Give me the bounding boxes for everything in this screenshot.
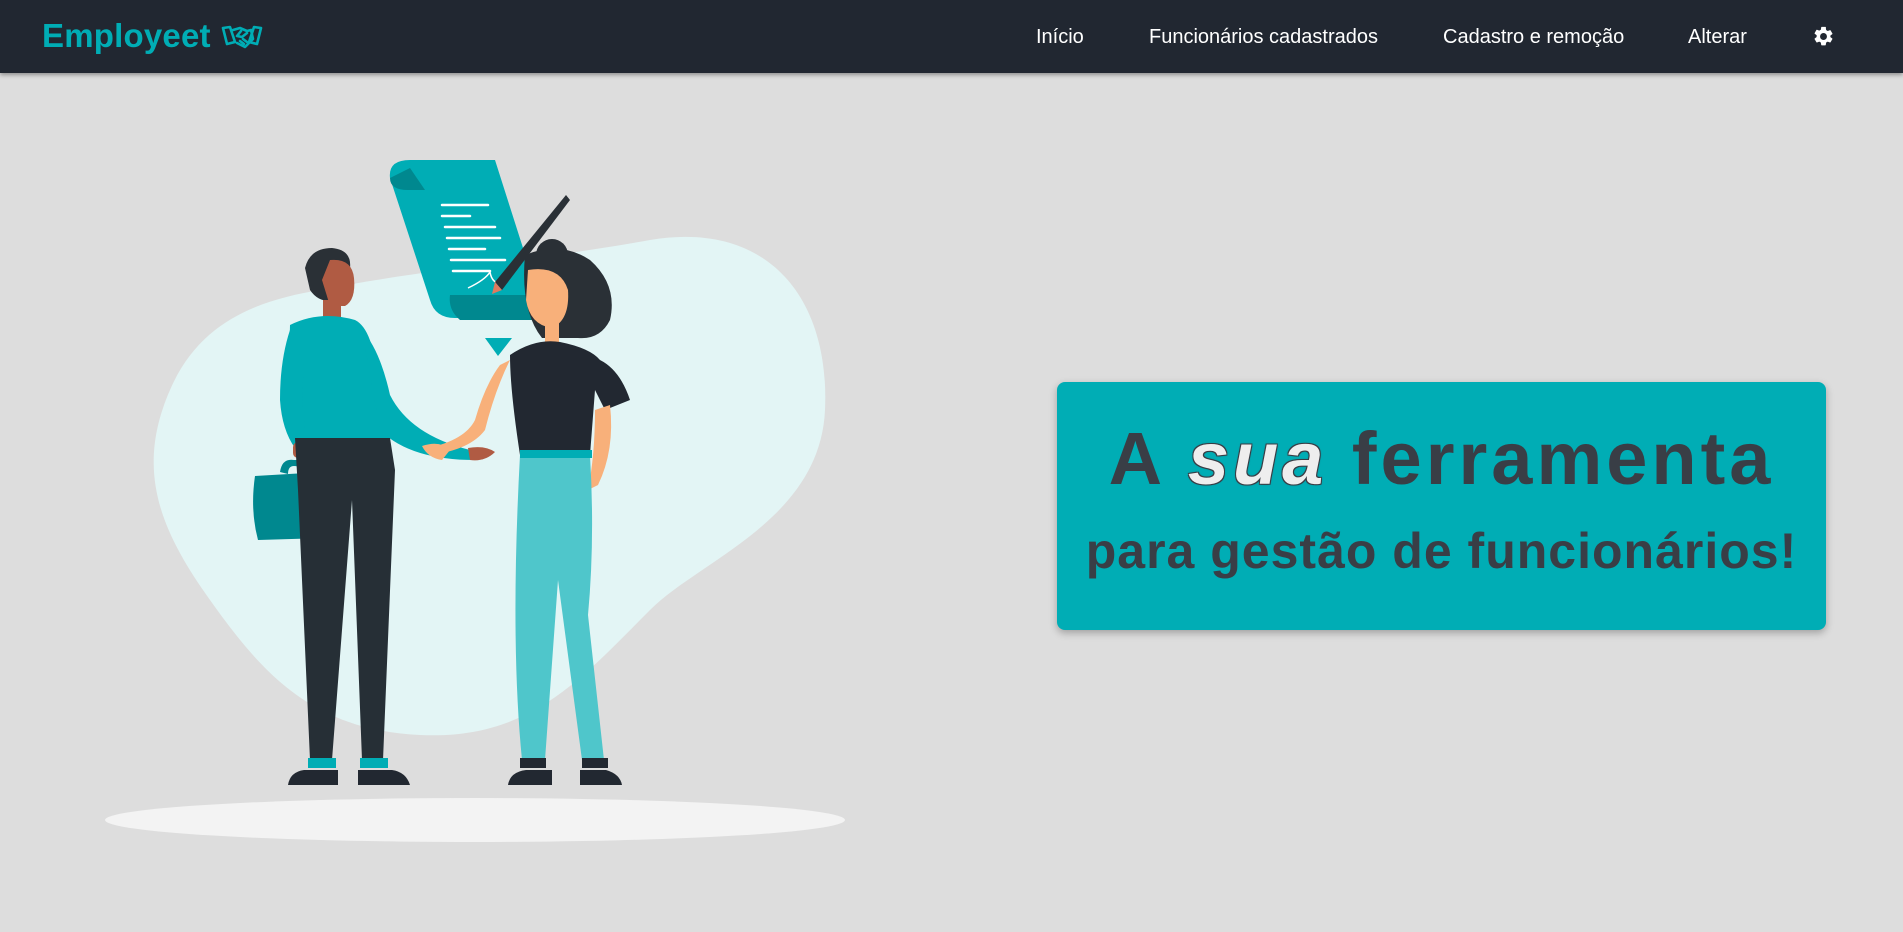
navbar: Employeet Início Funcionários cadastrado… <box>0 0 1903 73</box>
hero-title: A sua ferramenta <box>1057 418 1826 499</box>
handshake-icon <box>221 25 262 49</box>
nav-link-cadastro[interactable]: Cadastro e remoção <box>1443 26 1624 49</box>
hero-subtitle: para gestão de funcionários! <box>1085 523 1798 579</box>
gear-icon[interactable] <box>1812 25 1835 48</box>
nav-link-inicio[interactable]: Início <box>1036 26 1084 49</box>
hero-word-sua: sua <box>1187 417 1328 500</box>
hero-card: A sua ferramenta para gestão de funcioná… <box>1057 382 1826 630</box>
handshake-illustration <box>105 160 845 842</box>
hero-word-a: A <box>1108 417 1164 500</box>
brand-link[interactable]: Employeet <box>42 16 263 56</box>
ground-ellipse <box>105 798 845 842</box>
nav-link-funcionarios[interactable]: Funcionários cadastrados <box>1149 26 1378 49</box>
brand-name: Employeet <box>42 17 211 54</box>
hero-word-ferramenta: ferramenta <box>1351 417 1775 500</box>
nav-link-alterar[interactable]: Alterar <box>1688 26 1747 49</box>
